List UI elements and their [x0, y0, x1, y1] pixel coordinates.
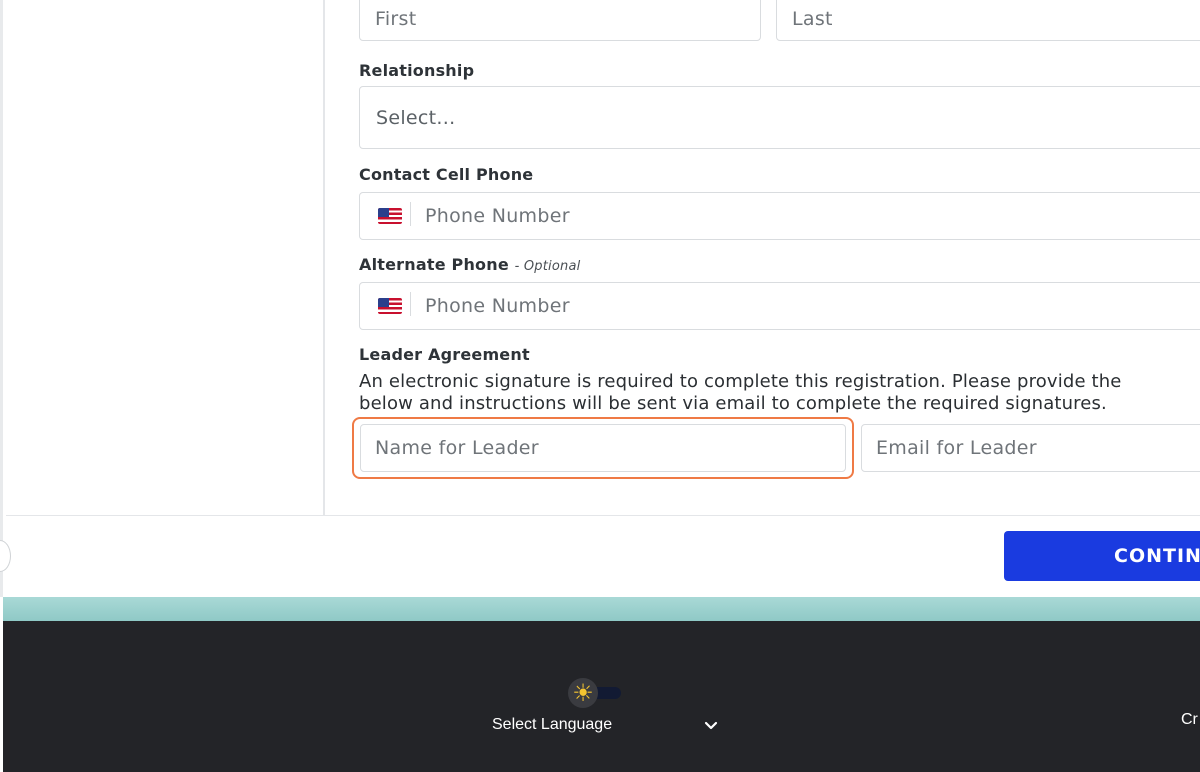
- last-name-placeholder: Last: [792, 8, 833, 30]
- teal-band: [3, 597, 1200, 621]
- first-name-input[interactable]: First: [359, 0, 761, 41]
- leader-name-placeholder: Name for Leader: [375, 437, 539, 459]
- contact-cell-phone-label: Contact Cell Phone: [359, 165, 534, 184]
- relationship-select[interactable]: Select...: [359, 86, 1200, 149]
- leader-email-placeholder: Email for Leader: [876, 437, 1037, 459]
- flag-separator: [410, 292, 411, 316]
- continue-button[interactable]: CONTINUE: [1004, 531, 1200, 581]
- chevron-down-icon[interactable]: [701, 716, 721, 736]
- back-button[interactable]: [0, 540, 11, 572]
- first-name-placeholder: First: [375, 8, 417, 30]
- alternate-phone-input[interactable]: Phone Number: [359, 282, 1200, 330]
- contact-cell-phone-input[interactable]: Phone Number: [359, 192, 1200, 240]
- alternate-phone-label-text: Alternate Phone: [359, 255, 509, 274]
- leader-name-input[interactable]: Name for Leader: [360, 424, 846, 472]
- card-footer-divider: [6, 515, 1200, 516]
- leader-agreement-description: An electronic signature is required to c…: [359, 371, 1200, 415]
- us-flag-icon[interactable]: [378, 298, 402, 314]
- footer-edge-text[interactable]: Cr: [1181, 711, 1198, 729]
- leader-email-input[interactable]: Email for Leader: [861, 424, 1200, 472]
- registration-card: First Last Relationship Select... Contac…: [0, 0, 1200, 597]
- contact-cell-phone-placeholder: Phone Number: [425, 205, 570, 227]
- us-flag-icon[interactable]: [378, 208, 402, 224]
- select-language-label[interactable]: Select Language: [492, 716, 612, 734]
- description-line-1: An electronic signature is required to c…: [359, 371, 1122, 392]
- flag-separator: [410, 202, 411, 226]
- description-line-2: below and instructions will be sent via …: [359, 393, 1107, 414]
- left-column: [6, 0, 323, 516]
- alternate-phone-placeholder: Phone Number: [425, 295, 570, 317]
- leader-agreement-label: Leader Agreement: [359, 345, 530, 364]
- column-divider: [323, 0, 325, 516]
- relationship-placeholder: Select...: [376, 106, 456, 129]
- relationship-label: Relationship: [359, 61, 475, 80]
- last-name-input[interactable]: Last: [776, 0, 1200, 41]
- alternate-phone-label: Alternate Phone - Optional: [359, 255, 580, 274]
- optional-note: - Optional: [514, 259, 581, 274]
- sun-icon: ☀: [572, 679, 594, 707]
